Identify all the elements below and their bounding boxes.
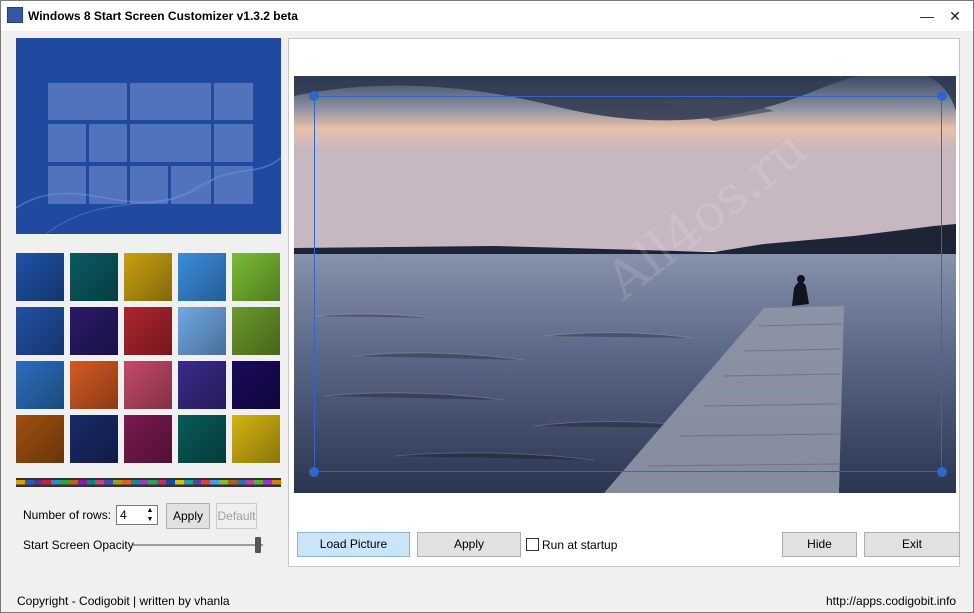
preview-tile [48,83,127,120]
crop-handle-bottom-right[interactable] [937,467,947,477]
background-swatch-red-target[interactable] [124,307,172,355]
opacity-label: Start Screen Opacity [23,538,134,552]
app-icon [7,7,23,23]
crop-handle-top-left[interactable] [309,91,319,101]
main-window: Windows 8 Start Screen Customizer v1.3.2… [0,0,974,613]
palette-color[interactable] [33,478,43,487]
palette-color[interactable] [60,478,69,487]
background-swatch-teal-rings[interactable] [178,415,226,463]
background-swatch-olive-pattern[interactable] [232,307,280,355]
palette-color[interactable] [236,478,246,487]
crop-rectangle[interactable] [314,96,942,472]
rows-label: Number of rows: [23,508,112,522]
background-swatch-guitar[interactable] [16,415,64,463]
palette-color[interactable] [210,478,220,487]
background-swatch-blue-lines[interactable] [16,253,64,301]
crop-handle-top-right[interactable] [937,91,947,101]
preview-tile [89,124,127,162]
start-screen-preview [16,38,281,234]
palette-color[interactable] [77,478,87,487]
background-swatch-light-blue-geo[interactable] [178,307,226,355]
spinner-arrows-icon[interactable]: ▲ ▼ [143,506,157,524]
palette-color[interactable] [24,478,34,487]
palette-color[interactable] [183,478,193,487]
run-at-startup-checkbox[interactable] [526,538,539,551]
palette-color[interactable] [95,478,105,487]
background-swatch-blue-feather[interactable] [70,415,118,463]
background-swatch-light-blue-floral[interactable] [178,253,226,301]
apply-picture-button[interactable]: Apply [417,532,521,557]
palette-color[interactable] [130,478,140,487]
background-swatch-yellow-horn[interactable] [232,415,280,463]
image-editor-panel: All4os.ru [288,38,960,567]
palette-color[interactable] [16,478,25,487]
preview-tile [130,124,211,162]
title-bar: Windows 8 Start Screen Customizer v1.3.2… [1,1,973,31]
minimize-button[interactable]: — [912,1,942,31]
palette-color[interactable] [86,478,96,487]
palette-color[interactable] [42,478,52,487]
background-swatch-teal-grid[interactable] [70,253,118,301]
default-button[interactable]: Default [216,503,257,529]
background-swatch-magenta-confetti[interactable] [124,415,172,463]
window-title: Windows 8 Start Screen Customizer v1.3.2… [28,9,298,23]
background-swatch-colorful-wave[interactable] [16,361,64,409]
preview-tile [48,124,86,162]
preview-tile [130,166,168,204]
hide-button[interactable]: Hide [782,532,857,557]
palette-color[interactable] [245,478,255,487]
close-button[interactable]: ✕ [940,1,970,31]
preview-tile [214,124,253,162]
background-swatch-purple-doodle[interactable] [70,307,118,355]
palette-color[interactable] [166,478,175,487]
run-at-startup-label[interactable]: Run at startup [542,538,617,552]
palette-color[interactable] [201,478,211,487]
palette-color[interactable] [254,478,264,487]
palette-color[interactable] [227,478,237,487]
palette-color[interactable] [174,478,184,487]
palette-color[interactable] [157,478,167,487]
copyright-text: Copyright - Codigobit | written by vhanl… [17,594,230,608]
rows-input[interactable] [117,506,146,524]
background-swatch-green-circles[interactable] [232,253,280,301]
background-swatch-yellow-swirl[interactable] [124,253,172,301]
exit-button[interactable]: Exit [864,532,960,557]
load-picture-button[interactable]: Load Picture [297,532,410,557]
rows-spinner[interactable]: ▲▼ [116,505,158,525]
background-swatch-dark-purple[interactable] [232,361,280,409]
preview-tile [171,166,211,204]
palette-color[interactable] [68,478,78,487]
palette-color[interactable] [121,478,131,487]
website-link[interactable]: http://apps.codigobit.info [826,594,956,608]
background-swatch-pink-flower[interactable] [124,361,172,409]
palette-color[interactable] [192,478,202,487]
palette-color[interactable] [263,478,273,487]
preview-tile [48,166,86,204]
preview-tile [89,166,127,204]
palette-color[interactable] [104,478,114,487]
palette-color[interactable] [272,478,281,487]
opacity-slider-track[interactable] [133,544,263,546]
palette-color[interactable] [51,478,61,487]
palette-color[interactable] [219,478,228,487]
palette-color[interactable] [113,478,122,487]
background-swatch-blue-waves[interactable] [16,307,64,355]
preview-tile [214,83,253,120]
color-palette-strip[interactable] [16,478,281,487]
opacity-slider-thumb[interactable] [255,537,261,553]
preview-tile [130,83,211,120]
background-swatch-game-scene[interactable] [178,361,226,409]
background-image-canvas[interactable]: All4os.ru [294,76,956,493]
background-swatch-orange-swirl[interactable] [70,361,118,409]
preview-tile [214,166,253,204]
rows-apply-button[interactable]: Apply [166,503,210,529]
palette-color[interactable] [148,478,158,487]
palette-color[interactable] [139,478,149,487]
crop-handle-bottom-left[interactable] [309,467,319,477]
